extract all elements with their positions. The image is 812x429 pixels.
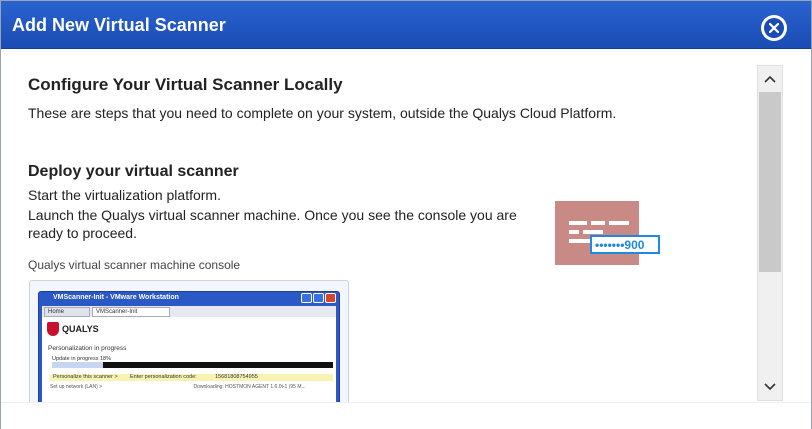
dialog-title: Add New Virtual Scanner bbox=[12, 15, 226, 35]
window-close-icon bbox=[325, 293, 336, 303]
close-icon bbox=[764, 18, 784, 38]
close-button[interactable] bbox=[761, 15, 787, 41]
add-virtual-scanner-dialog: Add New Virtual Scanner Configure Your V… bbox=[0, 0, 812, 429]
chevron-up-icon[interactable] bbox=[758, 66, 782, 92]
qualys-logo: QUALYS bbox=[47, 322, 99, 336]
qualys-brand: QUALYS bbox=[62, 324, 99, 334]
personalize-row: Personalize this scanner > Enter persona… bbox=[50, 374, 333, 381]
page-description: These are steps that you need to complet… bbox=[28, 105, 617, 121]
personalize-code: 15681808754955 bbox=[215, 374, 258, 380]
tab-vmscanner: VMScanner-Init bbox=[92, 307, 170, 317]
vmware-tabs: Home VMScanner-Init bbox=[42, 306, 336, 317]
chevron-down-icon[interactable] bbox=[758, 374, 782, 400]
qualys-shield-icon bbox=[47, 322, 59, 336]
vmware-window: VMScanner-Init - VMware Workstation Home… bbox=[38, 291, 340, 402]
download-status: Downloading: HOSTMON AGENT 1.6.0t-1 (95 … bbox=[193, 384, 306, 390]
step-launch-scanner: Launch the Qualys virtual scanner machin… bbox=[28, 207, 517, 241]
console-body: QUALYS Personalization in progress Updat… bbox=[42, 317, 336, 402]
dialog-content: Configure Your Virtual Scanner Locally T… bbox=[1, 50, 753, 402]
window-controls bbox=[301, 293, 336, 303]
personalize-label: Personalize this scanner > bbox=[53, 374, 118, 380]
console-screenshot: VMScanner-Init - VMware Workstation Home… bbox=[29, 280, 349, 402]
section-heading: Deploy your virtual scanner bbox=[28, 163, 239, 180]
progress-fill bbox=[52, 362, 103, 368]
vertical-scrollbar[interactable] bbox=[757, 65, 783, 401]
code-text: •••••••900 bbox=[595, 238, 645, 252]
personalize-field-label: Enter personalization code: bbox=[130, 374, 197, 380]
minimize-icon bbox=[301, 293, 312, 303]
vmware-window-title: VMScanner-Init - VMware Workstation bbox=[53, 294, 179, 301]
dialog-footer bbox=[1, 402, 811, 429]
scrollbar-thumb[interactable] bbox=[759, 92, 781, 272]
maximize-icon bbox=[313, 293, 324, 303]
console-caption: Qualys virtual scanner machine console bbox=[28, 258, 241, 272]
setup-network-row: Set up network (LAN) > Downloading: HOST… bbox=[50, 384, 306, 390]
dialog-titlebar: Add New Virtual Scanner bbox=[1, 1, 811, 49]
personalization-status: Personalization in progress bbox=[48, 345, 127, 352]
page-heading: Configure Your Virtual Scanner Locally bbox=[28, 75, 343, 94]
step-start-platform: Start the virtualization platform. bbox=[28, 187, 221, 203]
tab-home: Home bbox=[44, 307, 90, 317]
setup-network-label: Set up network (LAN) > bbox=[50, 384, 103, 390]
console-code-icon: •••••••900 bbox=[555, 201, 661, 267]
